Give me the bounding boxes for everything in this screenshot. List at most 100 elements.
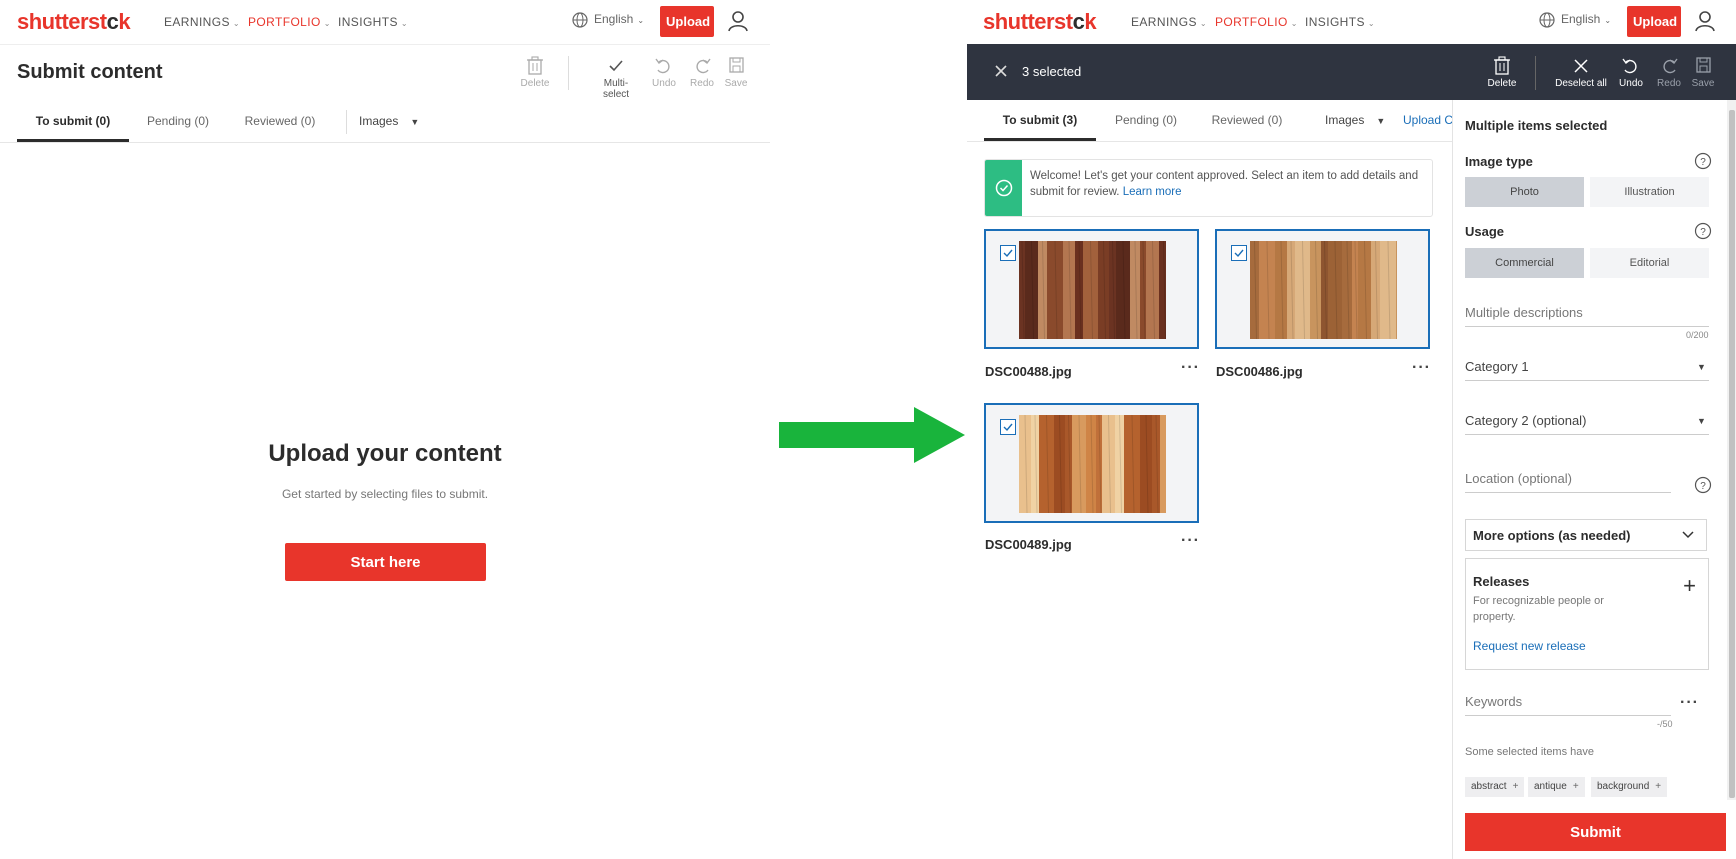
upload-csv-link[interactable]: Upload C [1403, 101, 1453, 139]
nav-earnings[interactable]: EARNINGS ⌄ [164, 15, 240, 29]
help-icon[interactable]: ? [1694, 222, 1712, 240]
commercial-toggle[interactable]: Commercial [1465, 248, 1584, 278]
category2-select[interactable]: Category 2 (optional) [1465, 413, 1709, 435]
more-options-icon[interactable]: ··· [1412, 359, 1431, 377]
logo[interactable]: shutterstck [17, 9, 131, 35]
page-title: Submit content [17, 61, 163, 83]
file-card[interactable] [984, 403, 1199, 523]
description-counter: 0/200 [1686, 330, 1709, 340]
notice-strip [985, 160, 1022, 216]
trash-icon [1494, 56, 1510, 75]
undo-icon [655, 58, 670, 74]
tab-reviewed[interactable]: Reviewed (0) [1207, 101, 1287, 139]
nav-portfolio[interactable]: PORTFOLIO ⌄ [1215, 15, 1298, 29]
descriptions-input[interactable]: Multiple descriptions [1465, 305, 1709, 327]
tab-pending[interactable]: Pending (0) [1108, 101, 1184, 139]
nav-insights[interactable]: INSIGHTS ⌄ [338, 15, 408, 29]
check-icon [1003, 423, 1013, 432]
keyword-counter: -/50 [1657, 719, 1673, 729]
keywords-input[interactable]: Keywords [1465, 694, 1671, 716]
tab-to-submit[interactable]: To submit (3) [984, 101, 1096, 141]
thumbnail-image [1019, 241, 1166, 339]
scrollbar[interactable] [1727, 100, 1736, 800]
selection-bar: 3 selected Delete Deselect all Undo Redo… [967, 44, 1736, 100]
checkbox[interactable] [1000, 245, 1016, 261]
svg-text:?: ? [1700, 227, 1706, 238]
details-sidebar: Multiple items selected Image type ? Pho… [1452, 100, 1736, 859]
svg-text:?: ? [1700, 481, 1706, 492]
plus-icon[interactable]: + [1683, 573, 1696, 599]
category1-select[interactable]: Category 1 [1465, 359, 1709, 381]
illustration-toggle[interactable]: Illustration [1590, 177, 1709, 207]
undo-button[interactable]: Undo [1613, 56, 1649, 89]
help-icon[interactable]: ? [1694, 152, 1712, 170]
language-selector[interactable]: English ⌄ [572, 12, 644, 28]
media-type-filter[interactable]: Images ▼ [1325, 101, 1385, 139]
request-release-link[interactable]: Request new release [1473, 639, 1586, 653]
save-icon [729, 57, 744, 73]
redo-button[interactable]: Redo [684, 56, 720, 89]
more-options-icon[interactable]: ··· [1680, 694, 1699, 712]
plus-icon[interactable]: + [1655, 781, 1661, 792]
media-type-filter[interactable]: Images ▼ [359, 102, 419, 140]
redo-icon [696, 58, 711, 74]
deselect-all-button[interactable]: Deselect all [1552, 56, 1610, 89]
checkbox[interactable] [1000, 419, 1016, 435]
empty-state-title: Upload your content [268, 440, 502, 467]
save-button[interactable]: Save [1685, 56, 1721, 89]
wood-plank [1160, 415, 1166, 513]
thumbnail-image [1250, 241, 1397, 339]
save-button[interactable]: Save [718, 56, 754, 89]
save-icon [1696, 57, 1711, 73]
caret-down-icon: ▼ [1697, 416, 1706, 426]
nav-earnings[interactable]: EARNINGS ⌄ [1131, 15, 1207, 29]
tab-pending[interactable]: Pending (0) [140, 102, 216, 140]
multi-select-button[interactable]: Multi-select [591, 56, 641, 100]
checkbox[interactable] [1231, 245, 1247, 261]
keyword-tag[interactable]: background + [1591, 777, 1668, 797]
redo-button[interactable]: Redo [1651, 56, 1687, 89]
empty-state-subtitle: Get started by selecting files to submit… [281, 487, 489, 501]
language-selector[interactable]: English ⌄ [1539, 12, 1611, 28]
globe-icon [1539, 12, 1555, 28]
plus-icon[interactable]: + [1573, 781, 1579, 792]
delete-button[interactable]: Delete [513, 56, 557, 89]
photo-toggle[interactable]: Photo [1465, 177, 1584, 207]
keyword-tag[interactable]: antique + [1528, 777, 1585, 797]
keyword-tag[interactable]: abstract + [1465, 777, 1525, 797]
file-card[interactable] [984, 229, 1199, 349]
plus-icon[interactable]: + [1513, 781, 1519, 792]
svg-text:?: ? [1700, 157, 1706, 168]
learn-more-link[interactable]: Learn more [1123, 186, 1182, 198]
more-options-label: More options (as needed) [1473, 528, 1631, 543]
location-input[interactable]: Location (optional) [1465, 471, 1671, 493]
nav-insights[interactable]: INSIGHTS ⌄ [1305, 15, 1375, 29]
start-here-button[interactable]: Start here [285, 543, 486, 581]
chevron-down-icon: ⌄ [400, 19, 408, 28]
releases-title: Releases [1473, 574, 1530, 589]
undo-button[interactable]: Undo [646, 56, 682, 89]
nav-portfolio[interactable]: PORTFOLIO ⌄ [248, 15, 331, 29]
tab-to-submit[interactable]: To submit (0) [17, 102, 129, 142]
more-options-icon[interactable]: ··· [1181, 532, 1200, 550]
editorial-toggle[interactable]: Editorial [1590, 248, 1709, 278]
chevron-down-icon: ⌄ [232, 19, 240, 28]
help-icon[interactable]: ? [1694, 476, 1712, 494]
more-options-icon[interactable]: ··· [1181, 359, 1200, 377]
globe-icon [572, 12, 588, 28]
file-card[interactable] [1215, 229, 1430, 349]
more-options-dropdown[interactable]: More options (as needed) [1465, 519, 1707, 551]
close-icon[interactable] [991, 61, 1011, 81]
delete-button[interactable]: Delete [1480, 56, 1524, 89]
upload-button[interactable]: Upload [660, 6, 714, 37]
wood-plank [1396, 241, 1397, 339]
check-icon [1003, 249, 1013, 258]
user-icon[interactable] [1695, 10, 1715, 32]
before-screen: shutterstck EARNINGS ⌄ PORTFOLIO ⌄ INSIGHT… [0, 0, 770, 859]
submit-button[interactable]: Submit [1465, 813, 1726, 851]
logo[interactable]: shutterstck [983, 9, 1097, 35]
upload-button[interactable]: Upload [1627, 6, 1681, 37]
user-icon[interactable] [728, 10, 748, 32]
tab-bar: To submit (0) Pending (0) Reviewed (0) I… [0, 102, 770, 143]
tab-reviewed[interactable]: Reviewed (0) [240, 102, 320, 140]
